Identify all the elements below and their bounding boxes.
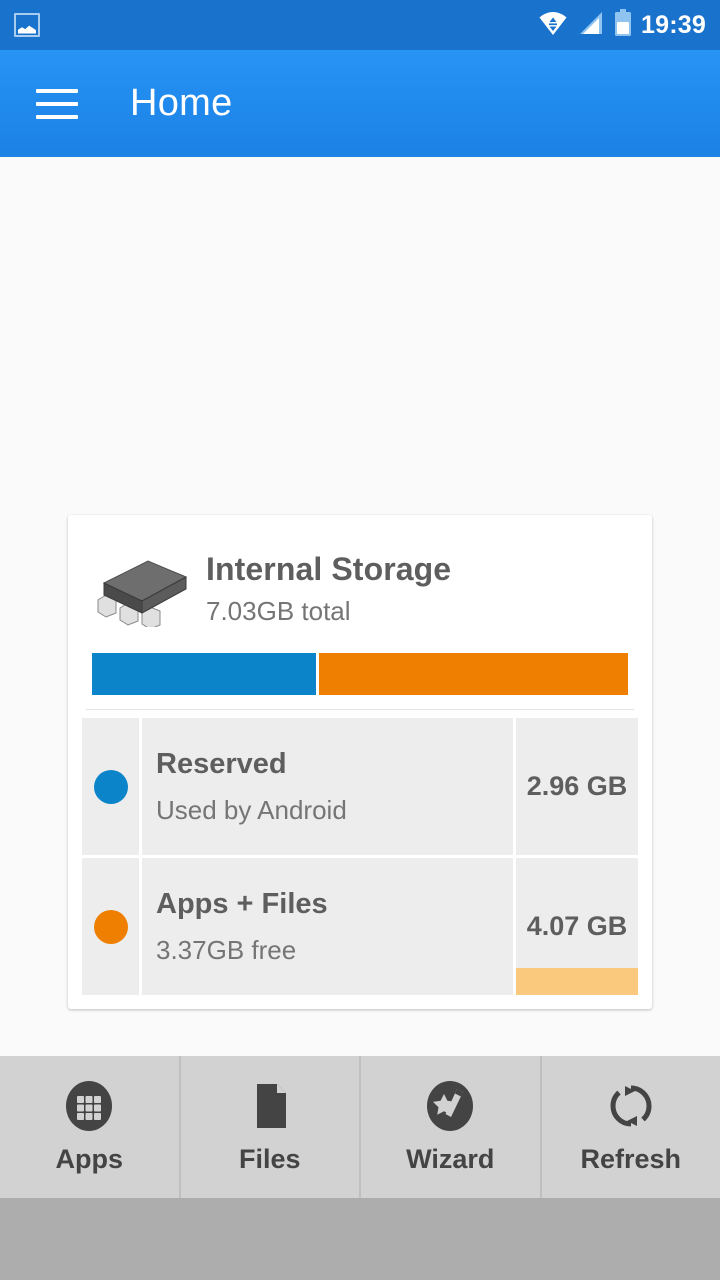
refresh-icon: [605, 1080, 657, 1132]
toolbar-button-label: Files: [238, 1143, 301, 1174]
memory-chip-icon: [92, 555, 192, 630]
status-bar-notifications: [14, 13, 40, 37]
toolbar-button-files[interactable]: Files: [181, 1056, 361, 1198]
legend-color-dot: [93, 769, 128, 804]
bottom-toolbar: Apps Files Wizard Refresh: [0, 1056, 720, 1198]
main-content: Internal Storage 7.03GB total Reserved Us…: [0, 157, 720, 1056]
toolbar-button-refresh[interactable]: Refresh: [542, 1056, 720, 1198]
legend-value: 2.96 GB: [526, 771, 628, 802]
internal-storage-card[interactable]: Internal Storage 7.03GB total Reserved Us…: [68, 515, 652, 1009]
cellular-signal-icon: [577, 10, 605, 41]
legend-dot-cell: [82, 718, 139, 855]
legend-row[interactable]: Reserved Used by Android 2.96 GB: [82, 718, 638, 855]
file-document-icon: [244, 1080, 296, 1132]
legend-text-cell[interactable]: Reserved Used by Android: [142, 718, 513, 855]
status-bar: 19:39: [0, 0, 720, 50]
card-header: Internal Storage 7.03GB total: [68, 515, 652, 630]
wifi-icon: [538, 10, 568, 41]
magic-wand-icon: [424, 1080, 476, 1132]
storage-usage-bar: [92, 653, 628, 695]
storage-legend-list: Reserved Used by Android 2.96 GB Apps + Fil…: [68, 710, 652, 1009]
legend-color-dot: [93, 909, 128, 944]
legend-description: Used by Android: [156, 794, 347, 825]
legend-name: Reserved: [156, 747, 287, 780]
toolbar-button-label: Apps: [55, 1143, 124, 1174]
phone-screen: 19:39 Home Internal Storage 7.03GB total…: [0, 0, 720, 1280]
legend-dot-cell: [82, 858, 139, 995]
toolbar-button-apps[interactable]: Apps: [0, 1056, 181, 1198]
photo-icon: [14, 13, 40, 37]
legend-value-cell[interactable]: 2.96 GB: [516, 718, 638, 855]
system-navigation-bar: [0, 1198, 720, 1280]
legend-value-cell[interactable]: 4.07 GB: [516, 858, 638, 995]
status-bar-clock: 19:39: [641, 10, 706, 39]
usage-segment: [92, 653, 316, 695]
legend-description: 3.37GB free: [156, 934, 297, 965]
status-bar-system-icons: 19:39: [538, 8, 706, 42]
hamburger-menu-icon[interactable]: [36, 88, 78, 119]
legend-value: 4.07 GB: [526, 911, 628, 942]
app-bar: Home: [0, 50, 720, 157]
legend-text-cell[interactable]: Apps + Files 3.37GB free: [142, 858, 513, 995]
card-title-block: Internal Storage 7.03GB total: [206, 537, 451, 627]
apps-grid-icon: [63, 1080, 115, 1132]
legend-row[interactable]: Apps + Files 3.37GB free 4.07 GB: [82, 858, 638, 995]
page-title: Home: [130, 82, 233, 124]
legend-value-highlight: [516, 968, 638, 995]
card-title: Internal Storage: [206, 551, 452, 587]
toolbar-button-label: Refresh: [580, 1143, 682, 1174]
legend-name: Apps + Files: [156, 887, 328, 920]
toolbar-button-wizard[interactable]: Wizard: [361, 1056, 542, 1198]
battery-icon: [614, 8, 632, 42]
usage-segment: [318, 653, 628, 695]
toolbar-button-label: Wizard: [406, 1143, 495, 1174]
card-subtitle: 7.03GB total: [206, 595, 351, 626]
